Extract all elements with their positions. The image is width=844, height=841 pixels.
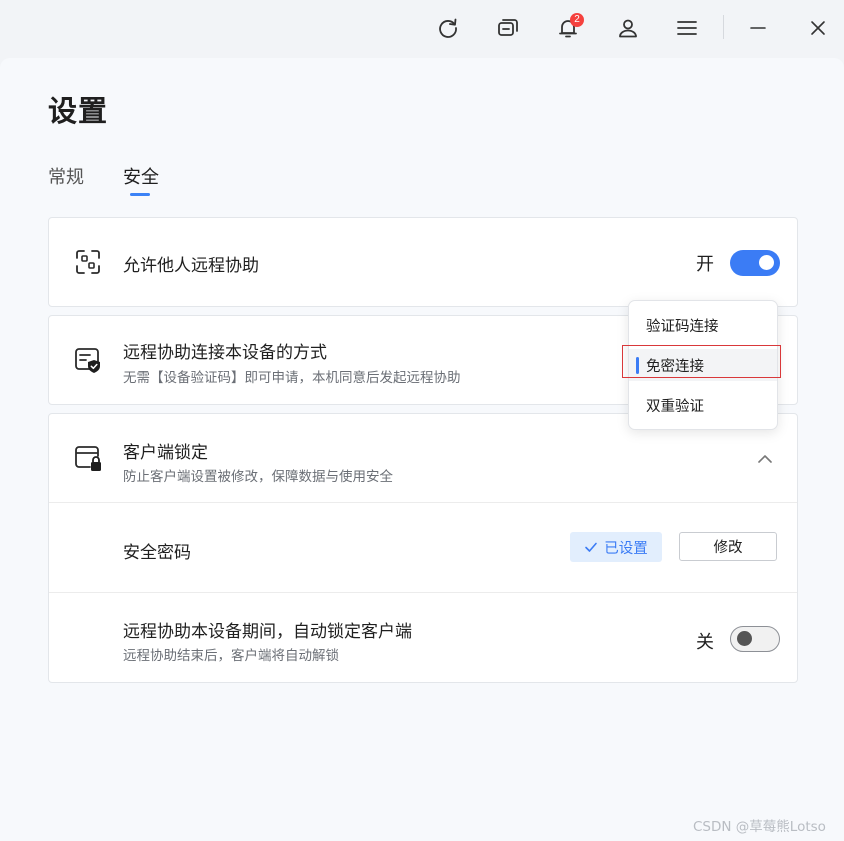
- title-bar: 2: [0, 0, 844, 58]
- titlebar-divider: [723, 15, 724, 39]
- locked-window-icon: [75, 446, 101, 471]
- password-status-text: 已设置: [604, 540, 648, 557]
- check-icon: [585, 542, 598, 552]
- auto-lock-subtitle: 远程协助结束后，客户端将自动解锁: [123, 648, 339, 664]
- menu-icon[interactable]: [671, 12, 703, 44]
- dropdown-option-verification-code[interactable]: 验证码连接: [629, 309, 777, 341]
- client-lock-subtitle: 防止客户端设置被修改，保障数据与使用安全: [123, 469, 393, 485]
- tab-general[interactable]: 常规: [48, 163, 84, 189]
- chevron-up-icon[interactable]: [757, 451, 773, 467]
- auto-lock-toggle[interactable]: [730, 626, 780, 652]
- security-password-title: 安全密码: [123, 543, 191, 563]
- toggle-knob: [759, 255, 774, 270]
- user-icon[interactable]: [612, 12, 644, 44]
- close-icon[interactable]: [802, 12, 834, 44]
- toggle-knob: [737, 631, 752, 646]
- page-title: 设置: [48, 94, 109, 128]
- remote-assist-icon: [76, 250, 100, 274]
- password-status-badge: 已设置: [570, 532, 662, 562]
- option-label: 验证码连接: [646, 318, 719, 335]
- watermark: CSDN @草莓熊Lotso: [693, 819, 826, 835]
- allow-remote-state: 开: [696, 254, 714, 275]
- refresh-icon[interactable]: [432, 12, 464, 44]
- multi-window-icon[interactable]: [492, 12, 524, 44]
- dropdown-option-dual-verification[interactable]: 双重验证: [629, 389, 777, 421]
- option-label: 双重验证: [646, 398, 704, 415]
- bell-icon[interactable]: 2: [552, 12, 584, 44]
- client-lock-card: 客户端锁定 防止客户端设置被修改，保障数据与使用安全 安全密码 已设置 修改 远…: [48, 413, 798, 683]
- connect-method-subtitle: 无需【设备验证码】即可申请，本机同意后发起远程协助: [123, 370, 461, 386]
- connect-method-title: 远程协助连接本设备的方式: [123, 343, 327, 363]
- auto-lock-state: 关: [696, 632, 714, 653]
- minimize-icon[interactable]: [742, 12, 774, 44]
- settings-panel: 设置 常规 安全 允许他人远程协助 开 远程协助连接本设备的方式 无需【设备验证…: [0, 58, 844, 841]
- allow-remote-card: 允许他人远程协助 开: [48, 217, 798, 307]
- modify-button[interactable]: 修改: [679, 532, 777, 561]
- section-divider: [49, 502, 797, 503]
- client-lock-title: 客户端锁定: [123, 443, 208, 463]
- annotation-highlight-box: [622, 345, 781, 378]
- allow-remote-title: 允许他人远程协助: [123, 256, 259, 276]
- section-divider: [49, 592, 797, 593]
- allow-remote-toggle[interactable]: [730, 250, 780, 276]
- notification-badge: 2: [570, 13, 584, 27]
- tab-security[interactable]: 安全: [123, 163, 159, 189]
- auto-lock-title: 远程协助本设备期间，自动锁定客户端: [123, 622, 412, 642]
- shield-card-icon: [75, 348, 100, 373]
- active-tab-indicator: [130, 193, 150, 196]
